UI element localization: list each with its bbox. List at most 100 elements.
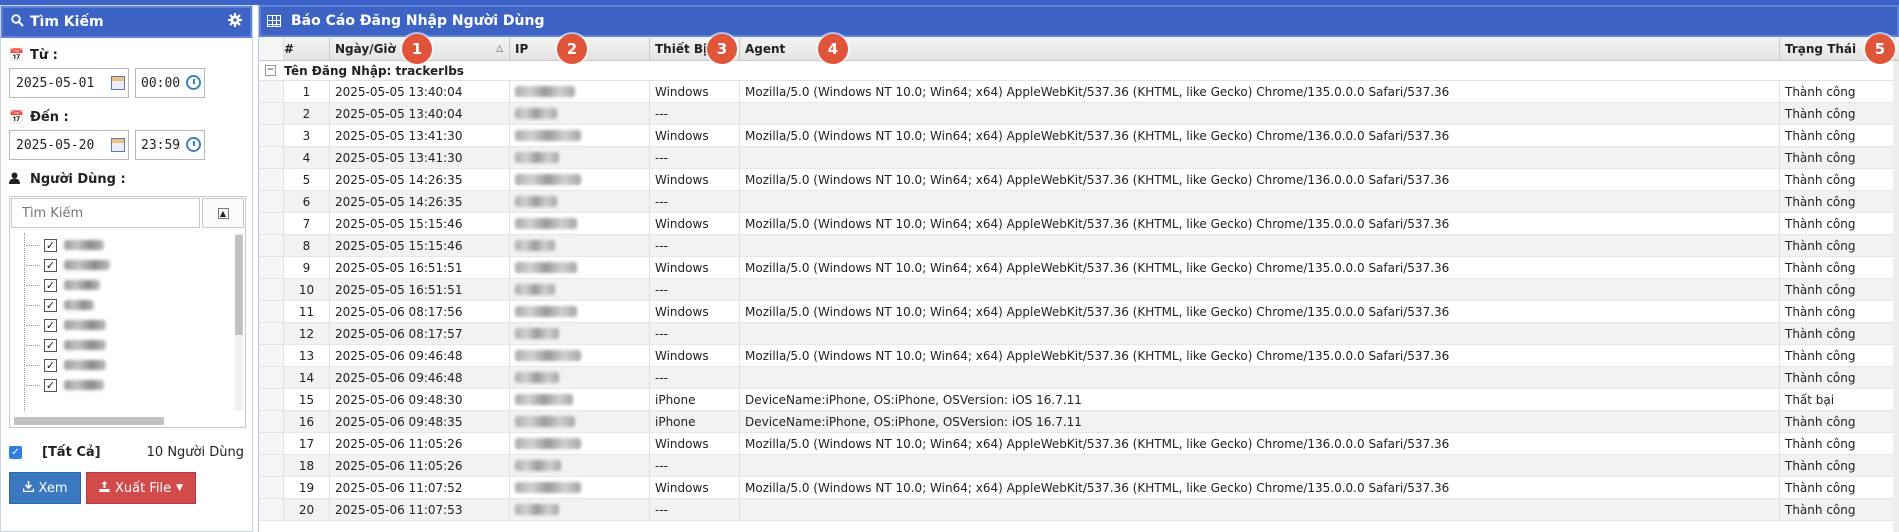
calendar-icon: 📅 [9, 110, 24, 124]
cell-device: Windows [650, 433, 740, 454]
user-tree-item[interactable]: ✓ [26, 355, 106, 375]
column-header-device[interactable]: Thiết Bị 3 [650, 34, 740, 64]
cell-status: Thành công [1780, 433, 1895, 454]
login-report-table: # Ngày/Giờ 1 △ IP 2 Thiết Bị 3 Agent 4 T… [259, 34, 1899, 521]
column-header-status[interactable]: Trạng Thái 5 [1780, 34, 1895, 64]
table-row[interactable]: 1 2025-05-05 13:40:04 Windows Mozilla/5.0 (… [259, 81, 1899, 103]
collapse-group-icon[interactable]: − [265, 65, 276, 76]
clock-icon[interactable] [186, 75, 201, 90]
table-row[interactable]: 2 2025-05-05 13:40:04 --- Thành công [259, 103, 1899, 125]
caret-down-icon: ▼ [176, 483, 184, 493]
table-row[interactable]: 10 2025-05-05 16:51:51 --- Thành công [259, 279, 1899, 301]
table-row[interactable]: 12 2025-05-06 08:17:57 --- Thành công [259, 323, 1899, 345]
gear-icon[interactable] [228, 13, 242, 31]
user-tree-item[interactable]: ✓ [26, 295, 94, 315]
table-row[interactable]: 7 2025-05-05 15:15:46 Windows Mozilla/5.0 (… [259, 213, 1899, 235]
table-row[interactable]: 16 2025-05-06 09:48:35 iPhone DeviceName:iP… [259, 411, 1899, 433]
user-tree-item[interactable]: ✓ [26, 315, 106, 335]
table-row[interactable]: 6 2025-05-05 14:26:35 --- Thành công [259, 191, 1899, 213]
column-header-datetime[interactable]: Ngày/Giờ 1 △ [330, 34, 510, 64]
report-panel: Báo Cáo Đăng Nhập Người Dùng # Ngày/Giờ … [258, 5, 1899, 532]
cell-status: Thành công [1780, 235, 1895, 256]
to-label-text: Đến : [30, 109, 69, 125]
user-tree-item[interactable]: ✓ [26, 235, 104, 255]
cell-datetime: 2025-05-06 08:17:57 [330, 323, 510, 344]
cell-status: Thành công [1780, 125, 1895, 146]
cell-agent [740, 191, 1780, 212]
annotation-badge: 2 [557, 34, 587, 64]
table-row[interactable]: 9 2025-05-05 16:51:51 Windows Mozilla/5.0 (… [259, 257, 1899, 279]
collapse-button[interactable]: ▲ [202, 198, 244, 228]
row-gutter [259, 191, 284, 212]
search-panel-title: Tìm Kiếm [30, 14, 104, 30]
table-row[interactable]: 14 2025-05-06 09:46:48 --- Thành công [259, 367, 1899, 389]
redacted-ip [515, 416, 575, 427]
cell-device: Windows [650, 169, 740, 190]
checkbox[interactable]: ✓ [44, 318, 57, 332]
to-date-input[interactable]: 2025-05-20 [9, 130, 129, 160]
table-row[interactable]: 4 2025-05-05 13:41:30 --- Thành công [259, 147, 1899, 169]
cell-device: --- [650, 279, 740, 300]
from-date-value: 2025-05-01 [16, 75, 95, 91]
sort-asc-icon[interactable]: △ [496, 44, 503, 54]
table-row[interactable]: 17 2025-05-06 11:05:26 Windows Mozilla/5.0 … [259, 433, 1899, 455]
checkbox[interactable]: ✓ [44, 238, 57, 252]
cell-index: 18 [284, 455, 330, 476]
user-tree-item[interactable]: ✓ [26, 255, 110, 275]
column-header-index[interactable]: # [284, 37, 330, 60]
group-row[interactable]: − Tên Đăng Nhập: trackerlbs [259, 61, 1899, 81]
export-file-button[interactable]: Xuất File ▼ [86, 472, 196, 504]
user-tree-item[interactable]: ✓ [26, 275, 100, 295]
clock-icon[interactable] [186, 137, 201, 152]
checkbox[interactable]: ✓ [44, 358, 57, 372]
cell-index: 1 [284, 81, 330, 102]
header-text: Ngày/Giờ [335, 41, 396, 56]
from-time-input[interactable]: 00:00 [135, 68, 205, 98]
column-header-ip[interactable]: IP 2 [510, 34, 650, 64]
calendar-picker-icon[interactable] [111, 138, 125, 152]
select-all-checkbox[interactable]: ✓ [9, 445, 22, 459]
cell-index: 13 [284, 345, 330, 366]
header-text: Trạng Thái [1785, 41, 1857, 56]
user-tree-item[interactable]: ✓ [26, 335, 106, 355]
checkbox[interactable]: ✓ [44, 298, 57, 312]
cell-agent: Mozilla/5.0 (Windows NT 10.0; Win64; x64… [740, 169, 1780, 190]
checkbox[interactable]: ✓ [44, 378, 57, 392]
checkbox[interactable]: ✓ [44, 278, 57, 292]
cell-datetime: 2025-05-06 11:05:26 [330, 433, 510, 454]
column-header-agent[interactable]: Agent 4 [740, 34, 1780, 64]
to-time-input[interactable]: 23:59 [135, 130, 205, 160]
table-row[interactable]: 15 2025-05-06 09:48:30 iPhone DeviceName:iP… [259, 389, 1899, 411]
user-tree-item[interactable]: ✓ [26, 375, 104, 395]
cell-datetime: 2025-05-06 09:48:30 [330, 389, 510, 410]
cell-index: 4 [284, 147, 330, 168]
checkbox[interactable]: ✓ [44, 338, 57, 352]
table-row[interactable]: 5 2025-05-05 14:26:35 Windows Mozilla/5.0 (… [259, 169, 1899, 191]
row-gutter [259, 257, 284, 278]
user-search-input[interactable] [11, 198, 200, 228]
cell-status: Thành công [1780, 191, 1895, 212]
vertical-scrollbar[interactable] [235, 233, 243, 411]
cell-index: 6 [284, 191, 330, 212]
cell-ip [510, 455, 650, 476]
scrollbar-thumb[interactable] [235, 235, 243, 335]
table-row[interactable]: 3 2025-05-05 13:41:30 Windows Mozilla/5.0 (… [259, 125, 1899, 147]
tree-connector [24, 233, 25, 411]
table-vertical-scrollbar[interactable] [1893, 61, 1899, 532]
table-row[interactable]: 8 2025-05-05 15:15:46 --- Thành công [259, 235, 1899, 257]
table-row[interactable]: 19 2025-05-06 11:07:52 Windows Mozilla/5.0 … [259, 477, 1899, 499]
horizontal-scrollbar[interactable] [14, 417, 164, 425]
annotation-badge: 1 [402, 34, 432, 64]
cell-status: Thất bại [1780, 389, 1895, 410]
row-gutter [259, 499, 284, 520]
row-gutter [259, 301, 284, 322]
table-row[interactable]: 11 2025-05-06 08:17:56 Windows Mozilla/5.0 … [259, 301, 1899, 323]
view-button[interactable]: Xem [9, 472, 81, 504]
cell-ip [510, 213, 650, 234]
table-row[interactable]: 18 2025-05-06 11:05:26 --- Thành công [259, 455, 1899, 477]
checkbox[interactable]: ✓ [44, 258, 57, 272]
from-date-input[interactable]: 2025-05-01 [9, 68, 129, 98]
table-row[interactable]: 20 2025-05-06 11:07:53 --- Thành công [259, 499, 1899, 521]
table-row[interactable]: 13 2025-05-06 09:46:48 Windows Mozilla/5.0 … [259, 345, 1899, 367]
calendar-picker-icon[interactable] [111, 76, 125, 90]
